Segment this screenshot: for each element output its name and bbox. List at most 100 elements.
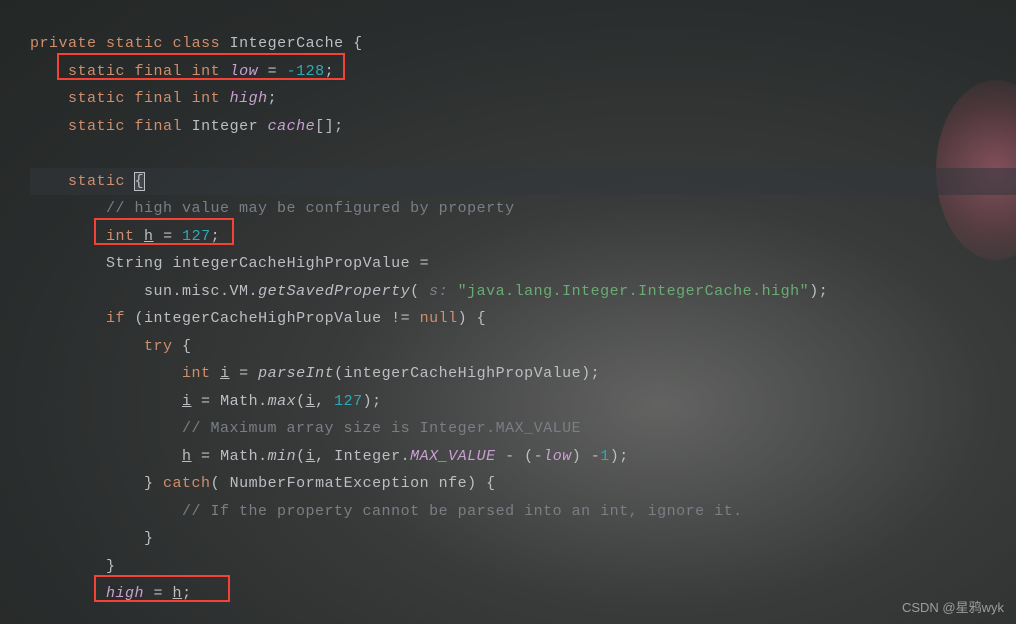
number: -128 (287, 63, 325, 80)
indent (30, 558, 106, 575)
paren: ( (296, 393, 306, 410)
code-line-highlighted[interactable]: static { (30, 168, 1016, 196)
function: max (268, 393, 297, 410)
variable: cache (268, 118, 316, 135)
type: NumberFormatException (230, 475, 430, 492)
code-line[interactable]: i = Math.max(i, 127); (30, 388, 1016, 416)
indent (30, 255, 106, 272)
bracket: [] (315, 118, 334, 135)
type: Integer (192, 118, 259, 135)
brace: { (125, 173, 144, 190)
eq: = (230, 365, 259, 382)
brace: } (144, 475, 163, 492)
number: 127 (334, 393, 363, 410)
constant: MAX_VALUE (410, 448, 496, 465)
code-line[interactable]: int h = 127; (30, 223, 1016, 251)
code-line[interactable]: // Maximum array size is Integer.MAX_VAL… (30, 415, 1016, 443)
variable: h (182, 448, 192, 465)
code-line[interactable]: sun.misc.VM.getSavedProperty( s: "java.l… (30, 278, 1016, 306)
number: 1 (600, 448, 610, 465)
code-line[interactable]: static final int high; (30, 85, 1016, 113)
eq: = (154, 228, 183, 245)
keyword: try (144, 338, 173, 355)
keyword: private (30, 35, 97, 52)
number: 127 (182, 228, 211, 245)
indent (30, 393, 182, 410)
param-hint: s: (429, 283, 458, 300)
identifier: integerCacheHighPropValue (144, 310, 382, 327)
keyword: final (135, 90, 183, 107)
paren: ( (334, 365, 344, 382)
indent (30, 283, 144, 300)
code-line[interactable]: private static class IntegerCache { (30, 30, 1016, 58)
identifier: nfe (429, 475, 467, 492)
variable: h (173, 585, 183, 602)
code-line[interactable]: } (30, 553, 1016, 581)
variable: low (543, 448, 572, 465)
comment: // If the property cannot be parsed into… (182, 503, 743, 520)
eq: = (192, 393, 221, 410)
variable: low (230, 63, 259, 80)
code-line[interactable] (30, 140, 1016, 168)
function: parseInt (258, 365, 334, 382)
code-line[interactable]: high = h; (30, 580, 1016, 608)
keyword: int (192, 90, 221, 107)
semicolon: ; (334, 118, 344, 135)
code-line[interactable]: try { (30, 333, 1016, 361)
code-line[interactable]: // high value may be configured by prope… (30, 195, 1016, 223)
code-editor[interactable]: private static class IntegerCache { stat… (0, 0, 1016, 608)
indent (30, 448, 182, 465)
variable: i (306, 393, 316, 410)
paren: ) { (458, 310, 487, 327)
indent (30, 365, 182, 382)
keyword: static (106, 35, 163, 52)
paren: ( (296, 448, 306, 465)
keyword: static (68, 173, 125, 190)
variable: i (182, 393, 192, 410)
brace: } (106, 558, 116, 575)
paren: ) { (467, 475, 496, 492)
paren: ); (581, 365, 600, 382)
code-line[interactable]: static final Integer cache[]; (30, 113, 1016, 141)
identifier: integerCacheHighPropValue (344, 365, 582, 382)
code-line[interactable]: if (integerCacheHighPropValue != null) { (30, 305, 1016, 333)
function: getSavedProperty (258, 283, 410, 300)
code-line[interactable]: static final int low = -128; (30, 58, 1016, 86)
keyword: static (68, 118, 125, 135)
semicolon: ; (211, 228, 221, 245)
comma: , (315, 448, 334, 465)
code-line[interactable]: int i = parseInt(integerCacheHighPropVal… (30, 360, 1016, 388)
eq: = (410, 255, 429, 272)
comment: // Maximum array size is Integer.MAX_VAL… (182, 420, 581, 437)
variable: high (106, 585, 144, 602)
paren: ( (125, 310, 144, 327)
indent (30, 420, 182, 437)
indent (30, 338, 144, 355)
comma: , (315, 393, 334, 410)
paren: ( (211, 475, 230, 492)
variable: i (306, 448, 316, 465)
watermark: CSDN @星鸦wyk (902, 597, 1004, 616)
paren: ( (410, 283, 429, 300)
qualifier: sun.misc.VM. (144, 283, 258, 300)
semicolon: ; (268, 90, 278, 107)
identifier: integerCacheHighPropValue (173, 255, 411, 272)
code-line[interactable]: } (30, 525, 1016, 553)
code-line[interactable]: // If the property cannot be parsed into… (30, 498, 1016, 526)
indent (30, 503, 182, 520)
paren: ) - (572, 448, 601, 465)
code-line[interactable]: } catch( NumberFormatException nfe) { (30, 470, 1016, 498)
brace: { (173, 338, 192, 355)
op: != (382, 310, 420, 327)
comment: // high value may be configured by prope… (106, 200, 515, 217)
indent (30, 173, 68, 190)
function: min (268, 448, 297, 465)
code-line[interactable]: h = Math.min(i, Integer.MAX_VALUE - (-lo… (30, 443, 1016, 471)
indent (30, 63, 68, 80)
semicolon: ; (325, 63, 335, 80)
keyword: static (68, 63, 125, 80)
keyword: static (68, 90, 125, 107)
string: "java.lang.Integer.IntegerCache.high" (458, 283, 810, 300)
code-line[interactable]: String integerCacheHighPropValue = (30, 250, 1016, 278)
keyword: int (192, 63, 221, 80)
